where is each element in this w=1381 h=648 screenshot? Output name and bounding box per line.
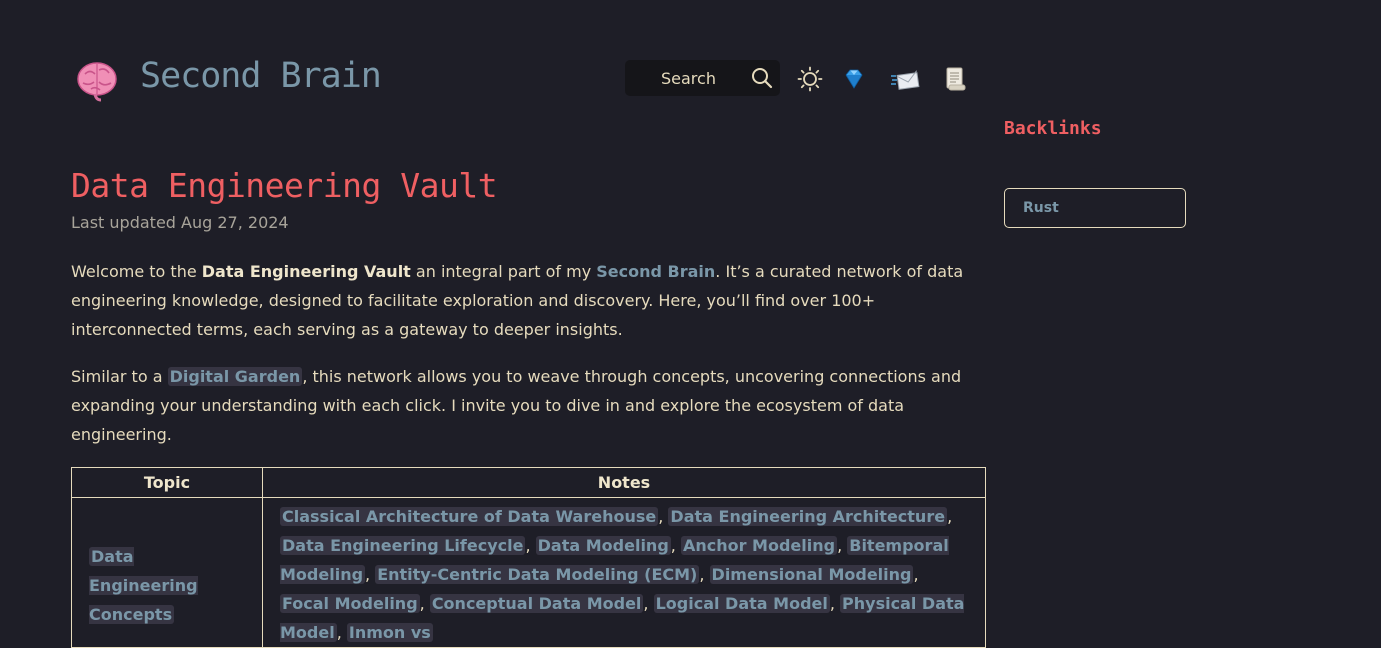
topics-table: Topic Notes Data Engineering Concepts Cl… — [71, 467, 986, 648]
separator: , — [670, 536, 681, 555]
gem-icon[interactable] — [841, 66, 867, 92]
scroll-icon[interactable] — [942, 66, 968, 92]
note-link[interactable]: Conceptual Data Model — [429, 594, 644, 613]
site-title[interactable]: Second Brain — [140, 56, 382, 96]
intro-text-2: an integral part of my — [410, 262, 597, 281]
second-brain-link[interactable]: Second Brain — [596, 262, 715, 281]
intro-text-1: Welcome to the — [71, 262, 202, 281]
note-link[interactable]: Inmon vs — [346, 623, 433, 642]
note-link[interactable]: Anchor Modeling — [680, 536, 838, 555]
last-updated: Last updated Aug 27, 2024 — [71, 213, 289, 232]
backlink-item[interactable]: Rust — [1004, 188, 1186, 228]
garden-paragraph: Similar to a Digital Garden, this networ… — [71, 362, 991, 449]
separator: , — [947, 507, 953, 526]
separator: , — [336, 623, 347, 642]
search-label: Search — [661, 69, 716, 88]
garden-text-1: Similar to a — [71, 367, 168, 386]
search-button[interactable]: Search — [625, 60, 780, 96]
separator: , — [913, 565, 919, 584]
envelope-icon[interactable] — [890, 66, 920, 92]
topic-link[interactable]: Data Engineering Concepts — [89, 547, 198, 624]
backlinks-heading: Backlinks — [1004, 118, 1102, 139]
note-link[interactable]: Classical Architecture of Data Warehouse — [280, 507, 659, 526]
column-header-notes: Notes — [262, 467, 986, 498]
separator: , — [525, 536, 536, 555]
intro-paragraph: Welcome to the Data Engineering Vault an… — [71, 257, 991, 344]
brain-icon[interactable] — [75, 58, 119, 102]
search-icon — [752, 68, 773, 89]
note-link[interactable]: Dimensional Modeling — [709, 565, 914, 584]
sun-icon[interactable] — [797, 66, 823, 92]
separator: , — [365, 565, 376, 584]
table-header-row: Topic Notes — [71, 467, 986, 498]
topic-cell: Data Engineering Concepts — [71, 497, 263, 648]
separator: , — [658, 507, 669, 526]
note-link[interactable]: Entity-Centric Data Modeling (ECM) — [375, 565, 700, 584]
separator: , — [837, 536, 848, 555]
column-header-topic: Topic — [71, 467, 263, 498]
digital-garden-link[interactable]: Digital Garden — [167, 367, 303, 386]
separator: , — [419, 594, 430, 613]
table-row: Data Engineering Concepts Classical Arch… — [71, 497, 986, 648]
site-header: Second Brain Search — [0, 0, 1381, 110]
separator: , — [699, 565, 710, 584]
separator: , — [643, 594, 654, 613]
note-link[interactable]: Data Engineering Lifecycle — [280, 536, 526, 555]
page-title: Data Engineering Vault — [71, 166, 498, 205]
note-link[interactable]: Data Engineering Architecture — [668, 507, 948, 526]
intro-bold: Data Engineering Vault — [201, 262, 411, 281]
note-link[interactable]: Data Modeling — [535, 536, 671, 555]
notes-cell: Classical Architecture of Data Warehouse… — [262, 497, 986, 648]
separator: , — [829, 594, 841, 613]
note-link[interactable]: Focal Modeling — [280, 594, 420, 613]
note-link[interactable]: Logical Data Model — [653, 594, 830, 613]
backlink-label: Rust — [1023, 200, 1059, 216]
